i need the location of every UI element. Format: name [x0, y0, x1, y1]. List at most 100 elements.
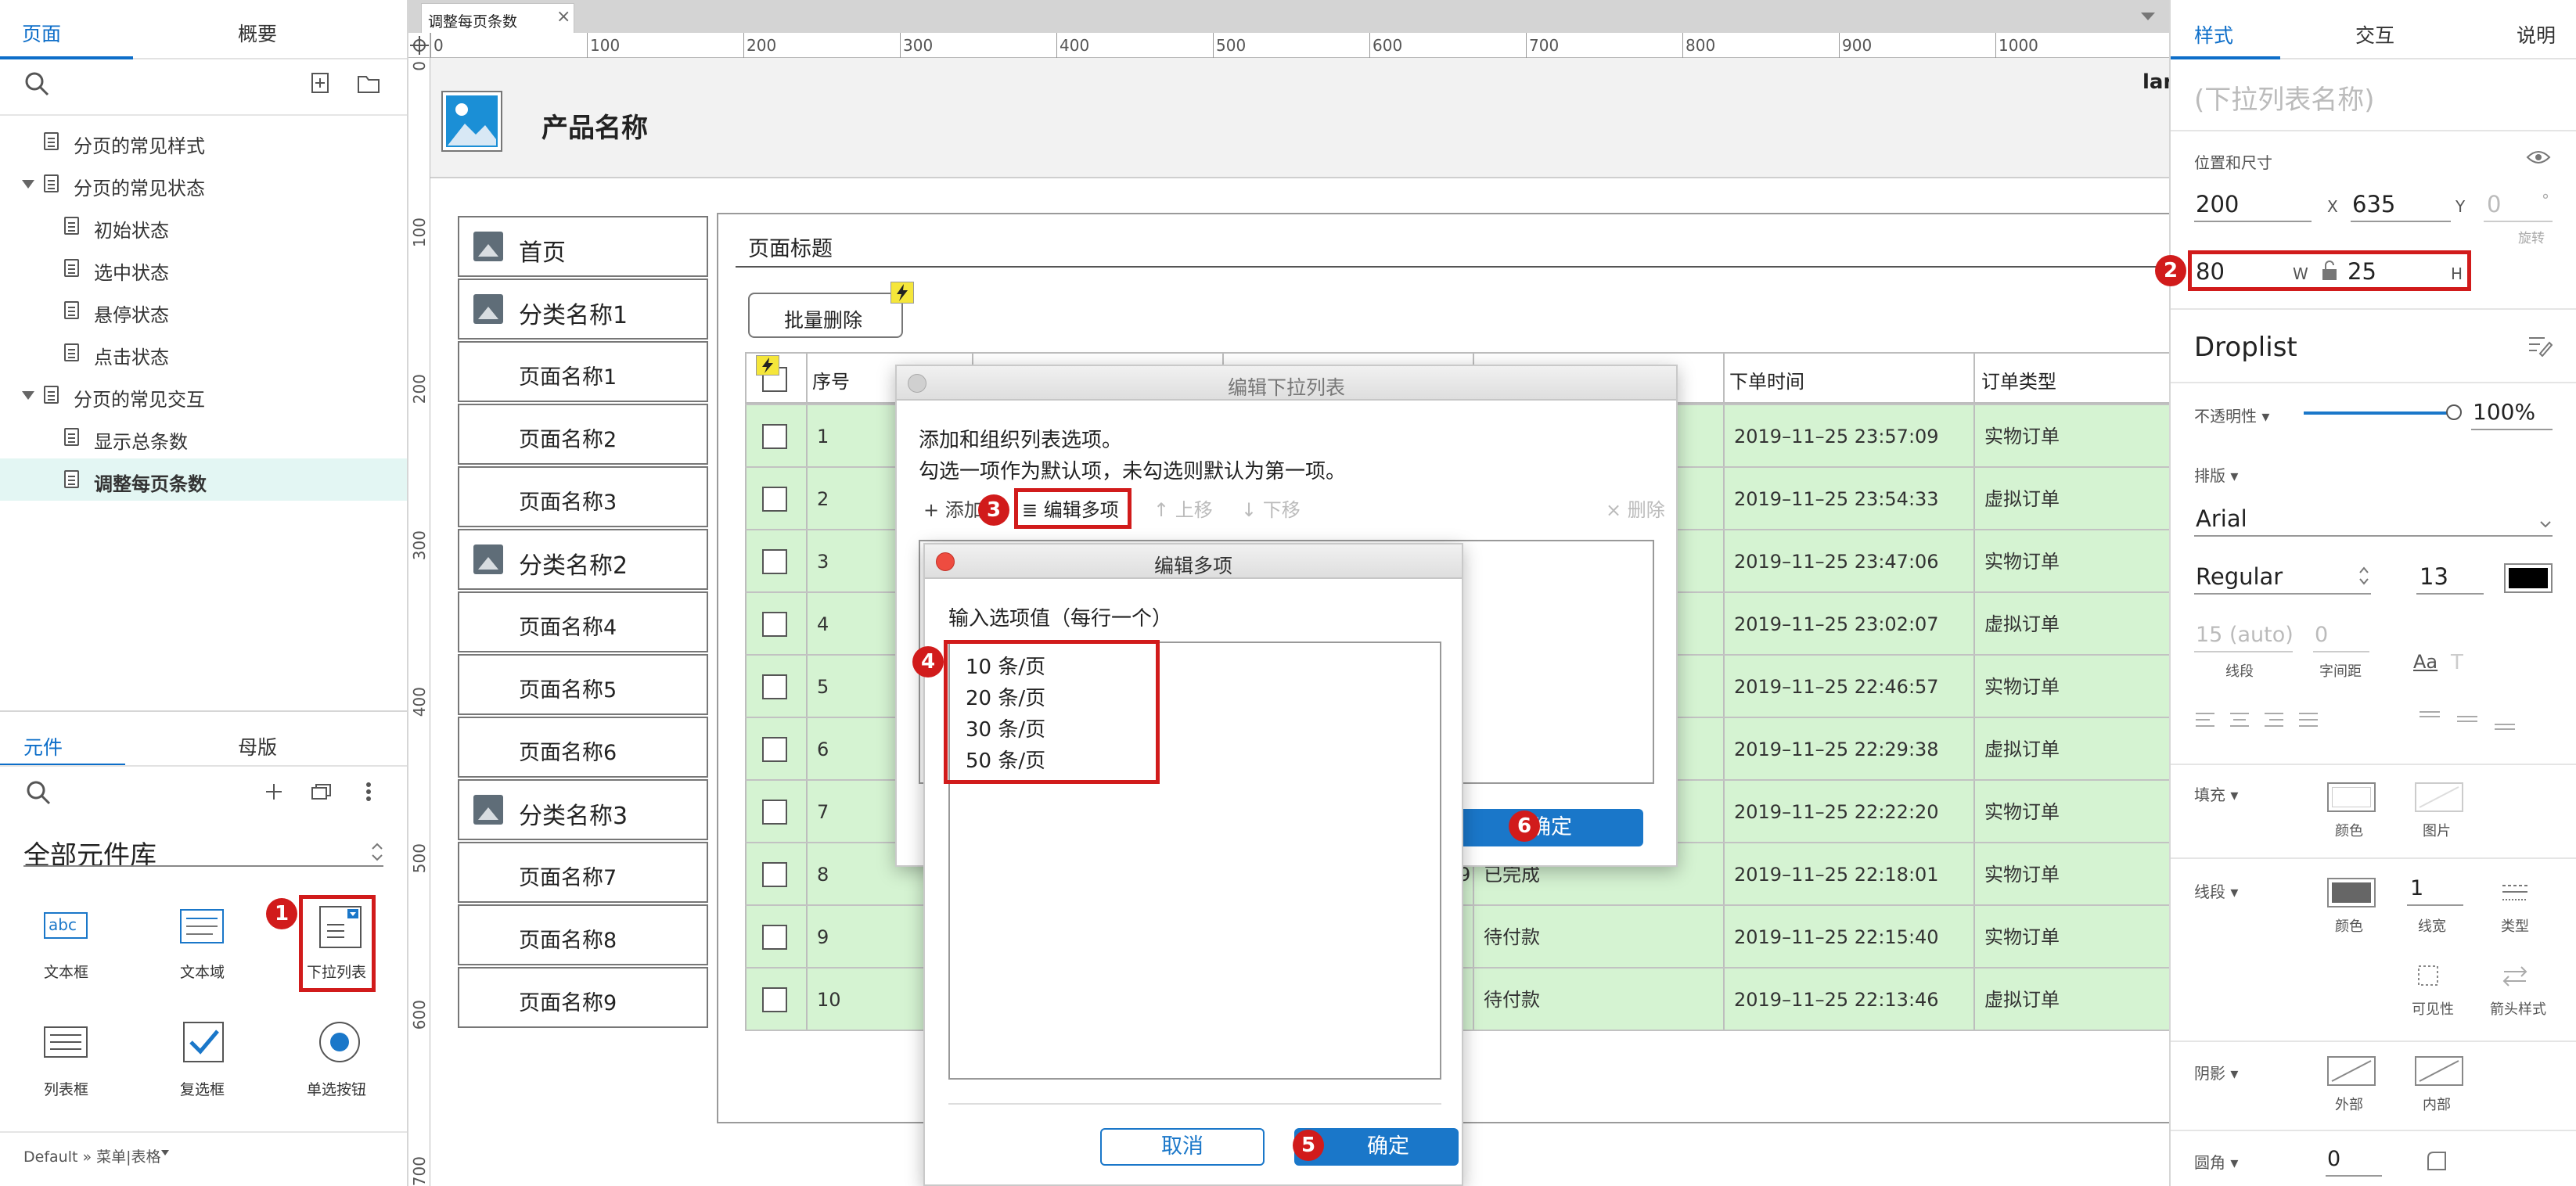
row-checkbox[interactable]	[762, 612, 787, 637]
document-tab[interactable]: 调整每页条数 ×	[421, 3, 574, 33]
font-color-swatch[interactable]	[2504, 563, 2553, 593]
move-down-button[interactable]: ↓ 下移	[1241, 494, 1301, 522]
sidebar-nav-item[interactable]: 页面名称2	[458, 404, 708, 465]
text-effects-button[interactable]: Aa	[2413, 651, 2437, 673]
font-weight-select[interactable]: Regular	[2196, 563, 2283, 590]
row-checkbox[interactable]	[762, 737, 787, 762]
add-library-icon[interactable]	[263, 781, 285, 803]
sidebar-nav-item[interactable]: 页面名称8	[458, 904, 708, 965]
tab-widgets[interactable]: 元件	[23, 732, 63, 760]
page-tree-item[interactable]: 悬停状态	[0, 289, 407, 332]
widget-checkbox[interactable]: 复选框	[167, 1022, 238, 1100]
font-size-input[interactable]: 13	[2419, 563, 2448, 590]
add-item-button[interactable]: + 添加	[923, 494, 983, 522]
sidebar-nav-item[interactable]: 分类名称2	[458, 529, 708, 590]
expand-arrow-icon[interactable]	[22, 391, 34, 400]
vertical-align-buttons[interactable]	[2418, 709, 2527, 732]
chevron-down-icon[interactable]	[2141, 13, 2155, 20]
page-tree-item[interactable]: 分页的常见样式	[0, 120, 407, 163]
library-stack-icon[interactable]	[310, 781, 333, 803]
text-align-buttons[interactable]	[2194, 710, 2318, 731]
delete-item-button[interactable]: × 删除	[1606, 494, 1665, 522]
page-tree-item[interactable]: 初始状态	[0, 205, 407, 247]
edit-style-icon[interactable]	[2526, 333, 2553, 358]
expand-arrow-icon[interactable]	[22, 180, 34, 189]
x-input[interactable]: 200	[2196, 191, 2239, 217]
sidebar-nav-item[interactable]: 页面名称9	[458, 967, 708, 1028]
tab-pages[interactable]: 页面	[22, 19, 61, 47]
sidebar-nav-item[interactable]: 页面名称1	[458, 341, 708, 402]
line-height-input[interactable]: 15 (auto)	[2196, 623, 2294, 647]
widget-text-field[interactable]: abc 文本框	[31, 904, 102, 983]
arrow-style-icon[interactable]	[2501, 964, 2529, 987]
widget-radio-button[interactable]: 单选按钮	[302, 1022, 377, 1100]
row-checkbox[interactable]	[762, 987, 787, 1012]
sidebar-nav-item[interactable]: 页面名称3	[458, 466, 708, 527]
opacity-slider-track[interactable]	[2304, 404, 2462, 420]
eye-icon[interactable]	[2526, 149, 2551, 166]
inner-shadow-icon[interactable]	[2415, 1056, 2463, 1086]
widget-list-box[interactable]: 列表框	[31, 1022, 102, 1100]
corner-radius-input[interactable]: 0	[2327, 1147, 2340, 1171]
tab-outline[interactable]: 概要	[238, 19, 277, 47]
page-tree-item[interactable]: 点击状态	[0, 332, 407, 374]
sidebar-nav-item[interactable]: 页面名称6	[458, 717, 708, 778]
tab-notes[interactable]: 说明	[2517, 20, 2556, 49]
sidebar-nav-item[interactable]: 分类名称3	[458, 779, 708, 840]
row-checkbox[interactable]	[762, 487, 787, 512]
page-tree-item[interactable]: 显示总条数	[0, 416, 407, 458]
add-folder-icon[interactable]	[357, 72, 380, 94]
search-icon[interactable]	[25, 779, 52, 806]
text-transform-icon[interactable]: T	[2451, 651, 2463, 674]
font-family-select[interactable]: Arial	[2196, 505, 2247, 532]
widget-text-area[interactable]: 文本域	[167, 904, 238, 983]
dialog-titlebar[interactable]: 编辑多项	[925, 544, 1462, 579]
more-options-icon[interactable]	[363, 781, 374, 803]
page-tree-item[interactable]: 选中状态	[0, 247, 407, 289]
chevron-down-icon[interactable]	[161, 1150, 169, 1155]
sidebar-nav-item[interactable]: 页面名称7	[458, 842, 708, 903]
language-switch[interactable]: lar	[2142, 70, 2169, 94]
outer-shadow-icon[interactable]	[2327, 1056, 2376, 1086]
row-checkbox[interactable]	[762, 424, 787, 449]
style-name[interactable]: Droplist	[2194, 332, 2297, 363]
close-icon[interactable]: ×	[556, 7, 570, 27]
row-checkbox[interactable]	[762, 862, 787, 887]
y-input[interactable]: 635	[2352, 191, 2395, 217]
batch-delete-button[interactable]: 批量删除	[748, 293, 903, 338]
page-tree-item[interactable]: 调整每页条数	[0, 458, 407, 501]
tab-style[interactable]: 样式	[2194, 20, 2233, 49]
row-checkbox[interactable]	[762, 925, 787, 950]
widget-name-input[interactable]: (下拉列表名称)	[2194, 78, 2375, 117]
border-color-swatch[interactable]	[2327, 878, 2376, 907]
corner-radius-icon[interactable]	[2426, 1150, 2448, 1172]
dialog-titlebar[interactable]: 编辑下拉列表	[897, 366, 1676, 401]
sidebar-nav-item[interactable]: 首页	[458, 216, 708, 277]
opacity-input[interactable]: 100%	[2473, 399, 2535, 425]
row-checkbox[interactable]	[762, 549, 787, 574]
border-visibility-icon[interactable]	[2416, 964, 2440, 987]
border-width-input[interactable]: 1	[2410, 876, 2423, 900]
row-checkbox[interactable]	[762, 674, 787, 699]
page-tree-item[interactable]: 分页的常见状态	[0, 163, 407, 205]
row-checkbox[interactable]	[762, 800, 787, 825]
chevron-updown-icon[interactable]	[2358, 565, 2369, 587]
rotation-input[interactable]: 0	[2487, 191, 2501, 217]
cancel-button[interactable]: 取消	[1100, 1128, 1265, 1166]
chevron-updown-icon[interactable]	[371, 842, 383, 862]
library-path[interactable]: Default » 菜单|表格	[23, 1145, 161, 1166]
fill-color-swatch[interactable]	[2327, 782, 2376, 812]
move-up-button[interactable]: ↑ 上移	[1153, 494, 1213, 522]
page-tree-item[interactable]: 分页的常见交互	[0, 374, 407, 416]
opacity-slider-knob[interactable]	[2446, 404, 2462, 420]
border-type-icon[interactable]	[2499, 881, 2531, 904]
sidebar-nav-item[interactable]: 页面名称4	[458, 591, 708, 652]
letter-spacing-input[interactable]: 0	[2315, 623, 2328, 647]
chevron-down-icon[interactable]	[2540, 516, 2551, 528]
fill-image-icon[interactable]	[2415, 782, 2463, 812]
add-page-icon[interactable]	[310, 72, 332, 94]
tab-interaction[interactable]: 交互	[2355, 20, 2394, 49]
canvas-area[interactable]: 调整每页条数 × 0 100 200 300 400 500 600 700 800 900 100…	[408, 0, 2169, 1186]
search-icon[interactable]	[23, 70, 50, 97]
sidebar-nav-item[interactable]: 分类名称1	[458, 279, 708, 340]
